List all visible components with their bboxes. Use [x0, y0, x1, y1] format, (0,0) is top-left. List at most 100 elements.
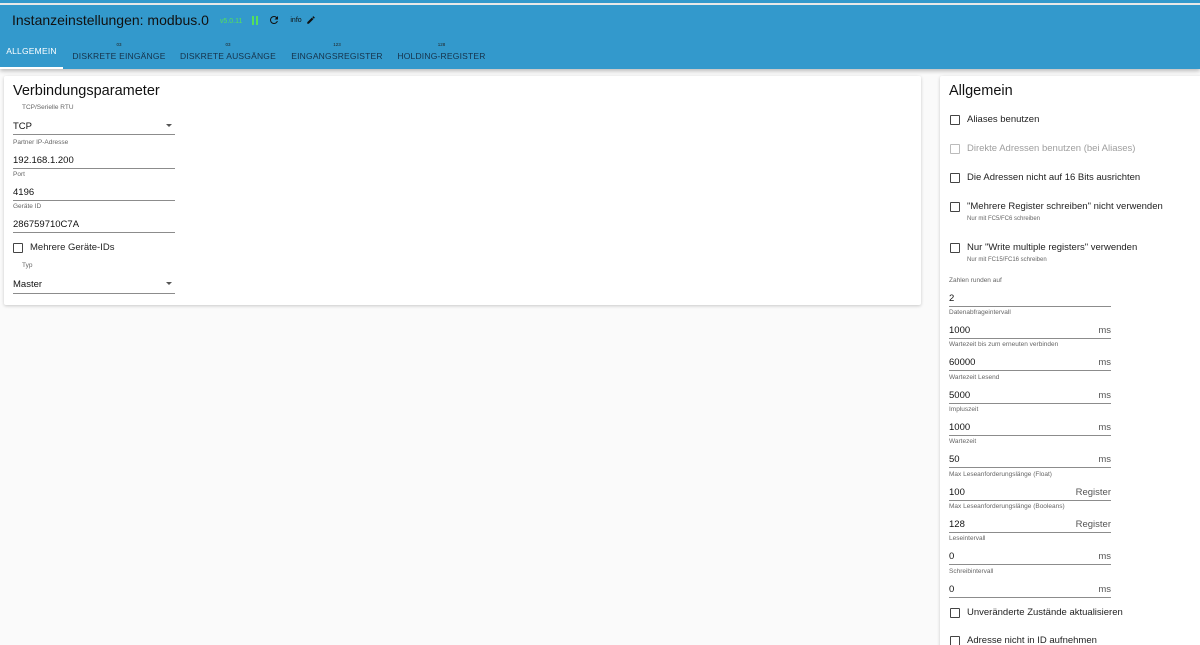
- field-label: Zahlen runden auf: [949, 277, 1002, 284]
- title-row: Instanzeinstellungen: modbus.0 v5.0.11 i…: [12, 11, 316, 29]
- field-label: Wartezeit bis zum erneuten verbinden: [949, 341, 1059, 348]
- field-value: 192.168.1.200: [13, 155, 74, 166]
- direct-addresses-checkbox[interactable]: Direkte Adressen benutzen (bei Aliases): [950, 143, 1135, 154]
- field-value: Master: [13, 279, 43, 290]
- field-label: Max Leseanforderungslänge (Float): [949, 471, 1052, 478]
- checkbox-helper-text: Nur mit FC5/FC6 schreiben: [967, 216, 1041, 222]
- pause-icon[interactable]: [252, 15, 259, 25]
- checkbox-label: Mehrere Geräte-IDs: [30, 242, 115, 253]
- header-top-line: [0, 3, 1200, 5]
- write-interval-field[interactable]: Schreibintervall 0 ms: [949, 568, 1111, 598]
- tab-eingangsregister[interactable]: 123 EINGANGSREGISTER: [289, 38, 385, 69]
- field-label: Partner IP-Adresse: [13, 139, 69, 146]
- field-label: Geräte ID: [13, 203, 42, 210]
- read-timeout-field[interactable]: Wartezeit Lesend 5000 ms: [949, 374, 1111, 404]
- page-title: Instanzeinstellungen: modbus.0: [12, 12, 209, 28]
- checkbox-box[interactable]: [950, 636, 960, 645]
- field-value: 4196: [13, 187, 35, 198]
- port-field[interactable]: Port 4196: [13, 171, 175, 201]
- only-multi-write-checkbox[interactable]: Nur "Write multiple registers" verwenden…: [950, 242, 1137, 263]
- checkbox-box[interactable]: [950, 608, 960, 618]
- reload-icon[interactable]: [268, 14, 280, 26]
- tab-allgemein[interactable]: ALLGEMEIN: [0, 38, 63, 69]
- checkbox-label: Direkte Adressen benutzen (bei Aliases): [967, 143, 1136, 154]
- no-16bit-align-checkbox[interactable]: Die Adressen nicht auf 16 Bits ausrichte…: [950, 172, 1140, 183]
- checkbox-label: Unveränderte Zustände aktualisieren: [967, 607, 1123, 618]
- field-label: Port: [13, 171, 25, 178]
- checkbox-box[interactable]: [950, 173, 960, 183]
- field-unit: ms: [1098, 390, 1111, 401]
- version-badge: v5.0.11: [219, 17, 243, 25]
- field-label: Wartezeit: [949, 438, 977, 445]
- no-address-in-id-checkbox[interactable]: Adresse nicht in ID aufnehmen: [950, 635, 1097, 645]
- field-label: Leseintervall: [949, 535, 986, 542]
- field-value: 286759710C7A: [13, 219, 80, 230]
- round-field[interactable]: Zahlen runden auf 2: [949, 277, 1111, 307]
- connection-title: Verbindungsparameter: [13, 83, 160, 99]
- read-interval-field[interactable]: Leseintervall 0 ms: [949, 535, 1111, 565]
- field-label: Schreibintervall: [949, 568, 994, 575]
- checkbox-box[interactable]: [13, 243, 23, 253]
- chevron-down-icon: [166, 282, 172, 285]
- wait-time-field[interactable]: Wartezeit 50 ms: [949, 438, 1111, 468]
- field-label: Wartezeit Lesend: [949, 374, 1000, 381]
- checkbox-box[interactable]: [950, 144, 960, 154]
- checkbox-box[interactable]: [950, 115, 960, 125]
- field-value: 5000: [949, 390, 971, 401]
- field-unit: ms: [1098, 584, 1111, 595]
- role-select[interactable]: Typ Master: [13, 262, 175, 294]
- poll-interval-field[interactable]: Datenabfrageintervall 1000 ms: [949, 309, 1111, 339]
- checkbox-box[interactable]: [950, 243, 960, 253]
- checkbox-label: "Mehrere Register schreiben" nicht verwe…: [967, 201, 1163, 212]
- field-value: TCP: [13, 121, 32, 132]
- reconnect-timeout-field[interactable]: Wartezeit bis zum erneuten verbinden 600…: [949, 341, 1111, 371]
- field-value: 128: [949, 519, 965, 530]
- checkbox-helper-text: Nur mit FC15/FC16 schreiben: [967, 257, 1047, 263]
- tab-label: ALLGEMEIN: [6, 46, 57, 56]
- tab-label: DISKRETE EINGÄNGE: [72, 51, 166, 61]
- device-id-field[interactable]: Geräte ID 286759710C7A: [13, 203, 175, 233]
- pencil-icon[interactable]: [306, 15, 316, 25]
- checkbox-label: Adresse nicht in ID aufnehmen: [967, 635, 1097, 645]
- field-value: 50: [949, 454, 960, 465]
- pulse-time-field[interactable]: Impluszeit 1000 ms: [949, 406, 1111, 436]
- multi-device-checkbox[interactable]: Mehrere Geräte-IDs: [13, 242, 114, 253]
- field-value: 2: [949, 293, 955, 304]
- update-unchanged-checkbox[interactable]: Unveränderte Zustände aktualisieren: [950, 607, 1123, 618]
- field-unit: ms: [1098, 325, 1111, 336]
- tab-diskrete-ausgaenge[interactable]: 03 DISKRETE AUSGÄNGE: [178, 38, 278, 69]
- max-float-field[interactable]: Max Leseanforderungslänge (Float) 100 Re…: [949, 471, 1111, 501]
- field-label: Datenabfrageintervall: [949, 309, 1011, 316]
- field-label: Impluszeit: [949, 406, 979, 413]
- general-card: Allgemein Aliases benutzen Direkte Adres…: [940, 76, 1200, 645]
- no-multi-write-checkbox[interactable]: "Mehrere Register schreiben" nicht verwe…: [950, 201, 1163, 222]
- checkbox-label: Nur "Write multiple registers" verwenden: [967, 242, 1138, 253]
- field-unit: ms: [1098, 357, 1111, 368]
- loglevel-label: info: [290, 16, 302, 24]
- checkbox-label: Die Adressen nicht auf 16 Bits ausrichte…: [967, 172, 1141, 183]
- tab-count: 03: [116, 42, 122, 47]
- field-value: 1000: [949, 422, 971, 433]
- tab-diskrete-eingaenge[interactable]: 03 DISKRETE EINGÄNGE: [70, 38, 168, 69]
- tab-count: 03: [225, 42, 231, 47]
- field-label: Typ: [22, 262, 33, 269]
- checkbox-label: Aliases benutzen: [967, 114, 1040, 125]
- tab-label: EINGANGSREGISTER: [291, 51, 383, 61]
- field-unit: Register: [1075, 487, 1111, 498]
- connection-type-select[interactable]: TCP/Serielle RTU TCP: [13, 104, 175, 135]
- field-value: 0: [949, 551, 955, 562]
- chevron-down-icon: [166, 124, 172, 127]
- field-value: 100: [949, 487, 965, 498]
- connection-card: Verbindungsparameter TCP/Serielle RTU TC…: [4, 76, 921, 305]
- checkbox-box[interactable]: [950, 202, 960, 212]
- tab-label: HOLDING-REGISTER: [397, 51, 486, 61]
- aliases-checkbox[interactable]: Aliases benutzen: [950, 114, 1039, 125]
- general-title: Allgemein: [949, 83, 1013, 99]
- field-unit: ms: [1098, 551, 1111, 562]
- max-bool-field[interactable]: Max Leseanforderungslänge (Booleans) 128…: [949, 503, 1111, 533]
- ip-address-field[interactable]: Partner IP-Adresse 192.168.1.200: [13, 139, 175, 169]
- field-unit: ms: [1098, 422, 1111, 433]
- app-header: Instanzeinstellungen: modbus.0 v5.0.11 i…: [0, 0, 1200, 69]
- tab-holding-register[interactable]: 128 HOLDING-REGISTER: [396, 38, 487, 69]
- field-value: 60000: [949, 357, 976, 368]
